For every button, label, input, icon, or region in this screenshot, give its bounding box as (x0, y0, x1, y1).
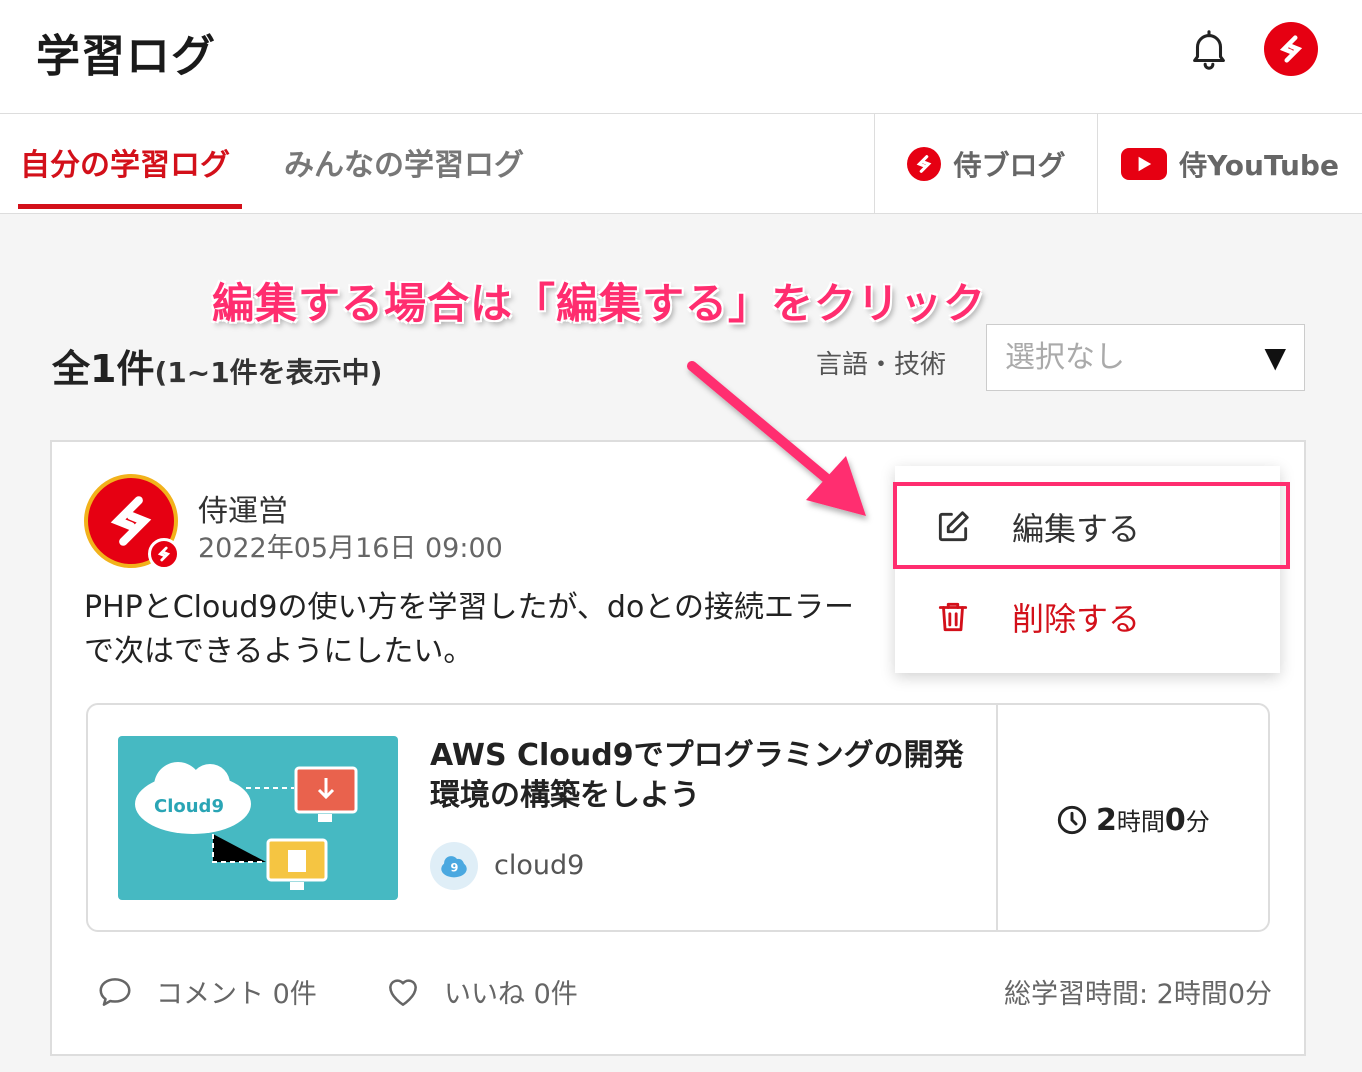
comment-button[interactable]: コメント 0件 (96, 972, 317, 1011)
course-duration: 2時間0分 (1056, 802, 1210, 838)
thumb-cloud9-label: Cloud9 (154, 796, 224, 817)
post-date: 2022年05月16日 09:00 (198, 533, 503, 564)
like-button[interactable]: いいね 0件 (384, 972, 578, 1011)
user-avatar-logo-icon[interactable] (1264, 22, 1318, 76)
course-divider (996, 704, 998, 931)
tab-all-logs[interactable]: みんなの学習ログ (284, 140, 524, 184)
duration-minutes-unit: 分 (1185, 808, 1210, 836)
tab-my-logs[interactable]: 自分の学習ログ (20, 140, 230, 184)
filter-value: 選択なし (1005, 340, 1125, 375)
blog-link-label: 侍ブログ (953, 148, 1066, 182)
total-study-time: 総学習時間: 2時間0分 (1004, 979, 1273, 1010)
range-text: (1~1件を表示中) (154, 356, 383, 389)
top-bar: 学習ログ (0, 0, 1362, 114)
samurai-blog-link[interactable]: 侍ブログ (874, 114, 1098, 213)
delete-menu-item[interactable]: 削除する (934, 594, 1140, 640)
dropdown-arrow-icon: ▼ (1264, 341, 1286, 374)
duration-hours: 2 (1096, 803, 1117, 838)
post-body: PHPとCloud9の使い方を学習したが、doとの接続エラー で次はできるように… (84, 590, 855, 669)
comment-count: コメント 0件 (156, 979, 317, 1010)
result-count: 全1件(1~1件を表示中) (52, 338, 382, 393)
course-tag-name: cloud9 (494, 850, 585, 881)
like-count: いいね 0件 (444, 979, 578, 1010)
active-tab-indicator (18, 204, 242, 209)
samurai-youtube-link[interactable]: 侍YouTube (1097, 114, 1362, 213)
delete-label: 削除する (1012, 600, 1141, 638)
clock-icon (1057, 805, 1087, 835)
official-badge-icon (148, 538, 180, 570)
duration-minutes: 0 (1164, 803, 1186, 838)
edit-highlight-box (893, 482, 1290, 569)
total-count: 全1件 (52, 347, 155, 391)
instruction-annotation: 編集する場合は「編集する」をクリック (212, 279, 987, 328)
trash-icon (938, 602, 968, 632)
heart-icon (389, 978, 417, 1006)
filter-label: 言語・技術 (816, 350, 947, 380)
app-title: 学習ログ (36, 31, 216, 82)
svg-text:9: 9 (450, 861, 458, 875)
duration-hours-unit: 時間 (1116, 808, 1165, 836)
bell-icon[interactable] (1186, 26, 1232, 72)
language-filter-select[interactable]: 選択なし ▼ (986, 324, 1305, 391)
course-thumbnail[interactable]: Cloud9 (118, 736, 398, 900)
samurai-logo-icon (907, 146, 942, 181)
tab-bar: 自分の学習ログ みんなの学習ログ 侍ブログ 侍YouTube (0, 114, 1362, 214)
cloud9-tag-icon: 9 (430, 842, 478, 890)
course-title[interactable]: AWS Cloud9でプログラミングの開発環境の構築をしよう (430, 736, 980, 816)
comment-icon (99, 977, 131, 1006)
youtube-link-label: 侍YouTube (1179, 148, 1339, 182)
author-name[interactable]: 侍運営 (198, 486, 288, 530)
youtube-icon (1121, 147, 1168, 180)
